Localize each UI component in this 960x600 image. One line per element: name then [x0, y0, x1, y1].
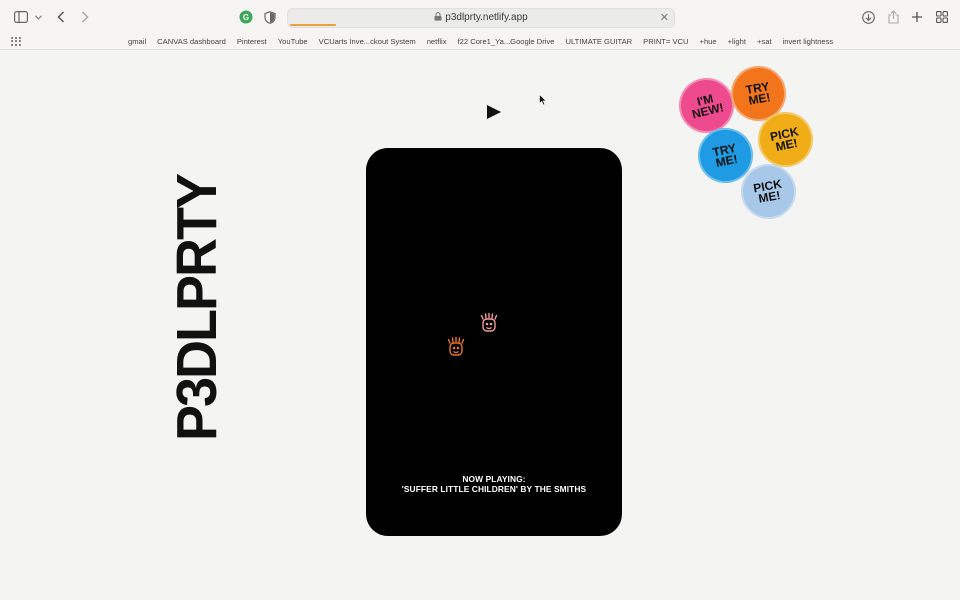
bookmark-youtube[interactable]: YouTube [278, 36, 308, 47]
bookmark-pinterest[interactable]: Pinterest [237, 36, 267, 47]
brand-wordmark: P3DLPRTY [165, 174, 229, 441]
play-icon[interactable] [487, 105, 501, 119]
bookmark-canvas[interactable]: CANVAS dashboard [157, 36, 226, 47]
now-playing-track: 'SUFFER LITTLE CHILDREN' BY THE SMITHS [401, 484, 587, 494]
tab-overview-icon[interactable] [935, 9, 949, 25]
url-label: p3dlprty.netlify.app [445, 12, 528, 23]
svg-text:G: G [243, 13, 249, 22]
url-text: p3dlprty.netlify.app [288, 12, 674, 23]
share-icon[interactable] [886, 9, 900, 25]
button-label: ME! [757, 187, 782, 206]
character-face-icon [447, 336, 465, 356]
bookmark-sat[interactable]: +sat [757, 36, 772, 47]
privacy-shield-icon[interactable] [263, 9, 277, 25]
bookmark-ultimate-guitar[interactable]: ULTIMATE GUITAR [566, 36, 633, 47]
button-label: ME! [747, 89, 772, 108]
music-player-card[interactable]: NOW PLAYING: 'SUFFER LITTLE CHILDREN' BY… [366, 148, 622, 536]
bookmark-netflix[interactable]: netflix [427, 36, 447, 47]
back-icon[interactable] [55, 9, 67, 25]
bookmark-list: gmail CANVAS dashboard Pinterest YouTube… [128, 36, 833, 47]
loading-progress-bar [290, 24, 336, 26]
chevron-down-icon[interactable] [33, 9, 43, 25]
now-playing-label: NOW PLAYING: [462, 474, 526, 484]
bookmark-vcuarts[interactable]: VCUarts Inve...ckout System [319, 36, 416, 47]
bookmark-core1[interactable]: f22 Core1_Ya...Google Drive [458, 36, 555, 47]
new-tab-icon[interactable] [910, 9, 924, 25]
mouse-cursor-icon [539, 94, 547, 106]
downloads-icon[interactable] [861, 9, 875, 25]
character-face-icon [480, 312, 498, 332]
address-bar[interactable]: p3dlprty.netlify.app ✕ [287, 8, 675, 28]
bookmark-light[interactable]: +light [728, 36, 746, 47]
bookmark-gmail[interactable]: gmail [128, 36, 146, 47]
lock-icon [434, 12, 442, 21]
button-label: ME! [774, 135, 799, 154]
browser-toolbar: G p3dlprty.netlify.app ✕ [0, 0, 960, 34]
button-label: ME! [714, 151, 739, 170]
forward-icon[interactable] [79, 9, 91, 25]
bookmark-hue[interactable]: +hue [700, 36, 717, 47]
favorites-grid-icon[interactable] [11, 37, 21, 46]
sidebar-toggle-icon[interactable] [13, 9, 29, 25]
bookmark-invert-lightness[interactable]: invert lightness [783, 36, 834, 47]
now-playing-caption: NOW PLAYING: 'SUFFER LITTLE CHILDREN' BY… [366, 474, 622, 494]
extension-icon[interactable]: G [239, 9, 253, 25]
stop-loading-icon[interactable]: ✕ [660, 11, 669, 24]
bookmark-print-vcu[interactable]: PRINT= VCU [643, 36, 688, 47]
bookmarks-bar: gmail CANVAS dashboard Pinterest YouTube… [0, 34, 960, 50]
